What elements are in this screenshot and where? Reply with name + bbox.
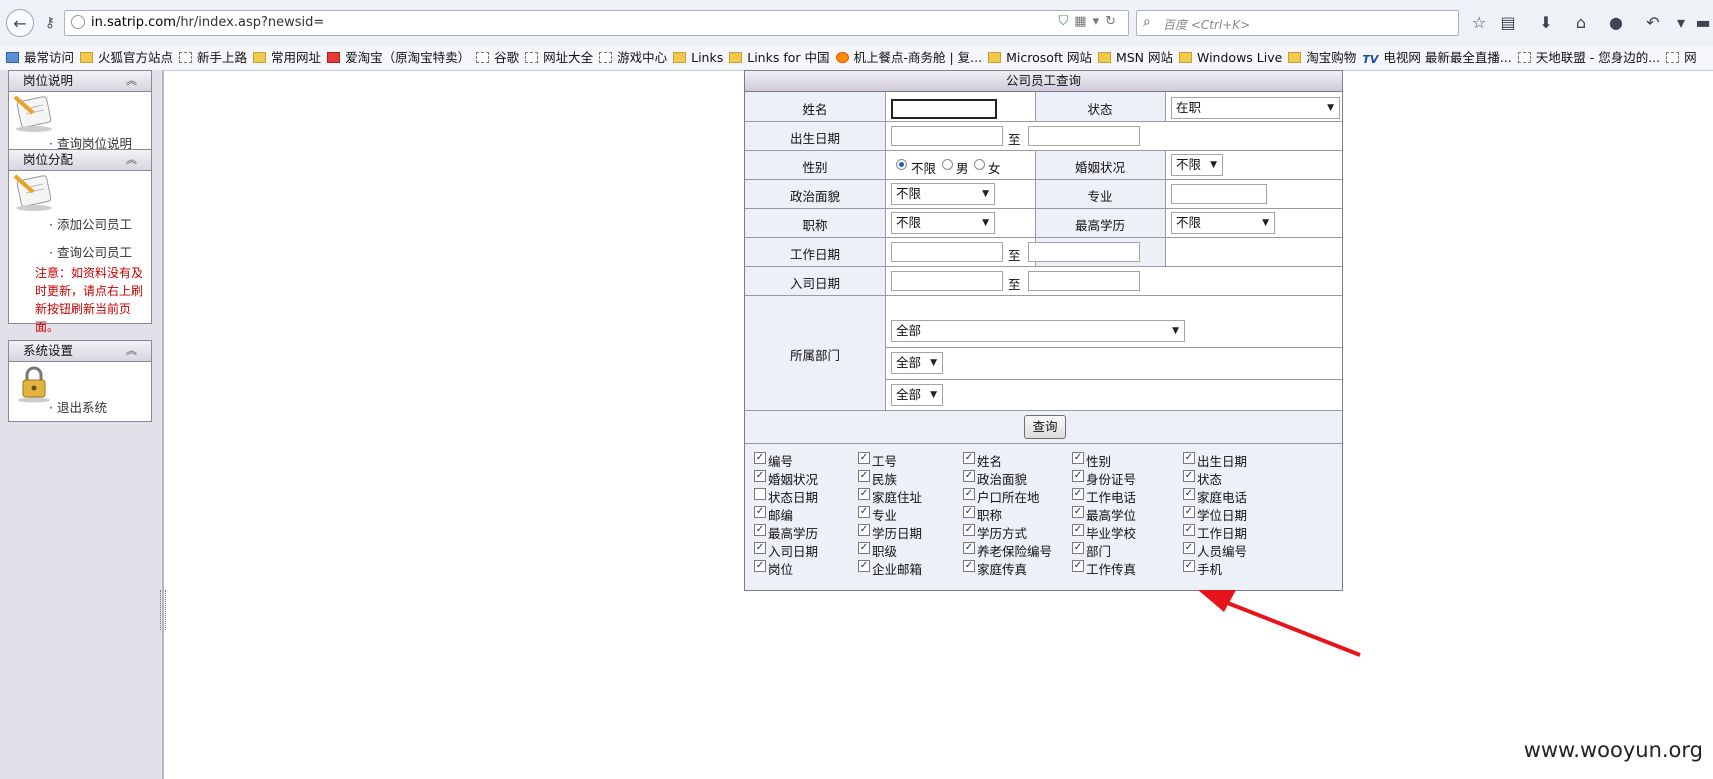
red-annotation-arrow [1198, 590, 1361, 657]
arrow-head [1198, 590, 1236, 612]
arrow-shaft [1219, 598, 1361, 657]
watermark: www.wooyun.org [1523, 738, 1703, 762]
